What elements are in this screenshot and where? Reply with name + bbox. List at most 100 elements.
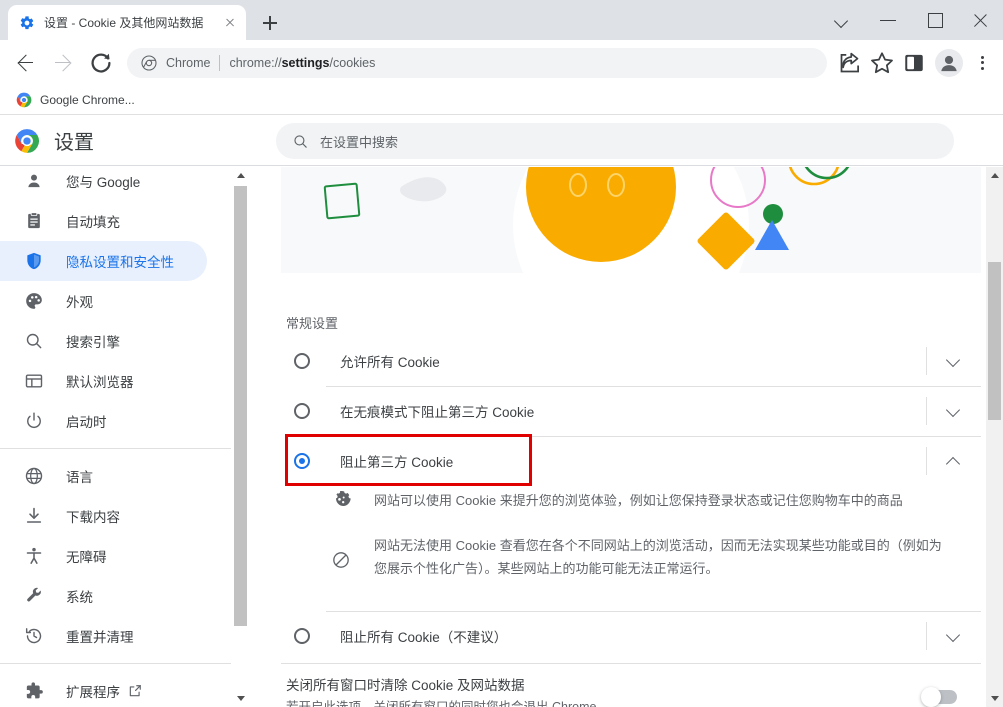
sidebar-item-you-and-google[interactable]: 您与 Google (0, 167, 207, 201)
sidebar-item-label: 启动时 (66, 415, 107, 430)
sidebar-item-downloads[interactable]: 下载内容 (0, 496, 207, 536)
chrome-logo-icon (141, 54, 157, 71)
section-divider (281, 663, 981, 664)
cookie-icon (331, 489, 351, 509)
omnibox-scheme-label: Chrome (166, 55, 211, 70)
search-icon (24, 331, 44, 351)
reload-button[interactable] (85, 47, 117, 79)
toggle-title: 关闭所有窗口时清除 Cookie 及网站数据 (286, 678, 525, 693)
back-button[interactable] (9, 47, 41, 79)
three-dot-menu-icon[interactable] (967, 48, 997, 78)
tab-strip: 设置 - Cookie 及其他网站数据 (0, 0, 1003, 40)
page-title: 设置 (54, 132, 94, 154)
clear-cookies-on-close-row[interactable]: 关闭所有窗口时清除 Cookie 及网站数据 若开启此选项，关闭所有窗口的同时您… (281, 676, 981, 707)
sidebar-scroll-up-arrow[interactable] (232, 167, 249, 184)
browser-window: 设置 - Cookie 及其他网站数据 Chrome chrome://sett… (0, 0, 1003, 707)
sidebar-item-default-browser[interactable]: 默认浏览器 (0, 361, 207, 401)
radio-allow-all[interactable] (294, 353, 310, 369)
browser-window-icon (24, 371, 44, 391)
main-scroll-up-arrow[interactable] (986, 167, 1003, 184)
sidebar-item-label: 下载内容 (66, 510, 120, 525)
close-icon[interactable] (222, 15, 238, 31)
cookie-detail-allow: 网站可以使用 Cookie 来提升您的浏览体验，例如让您保持登录状态或记住您购物… (281, 489, 981, 512)
sidebar-item-label: 外观 (66, 295, 93, 310)
settings-sidebar: 您与 Google 自动填充 隐私设置和安全性 外观 搜索引擎 默认浏览器 启动… (0, 167, 232, 707)
sidebar-item-languages[interactable]: 语言 (0, 456, 207, 496)
browser-toolbar: Chrome chrome://settings/cookies (0, 40, 1003, 85)
search-placeholder: 在设置中搜索 (320, 134, 399, 150)
cookie-option-block-third-party-incognito[interactable]: 在无痕模式下阻止第三方 Cookie (281, 386, 981, 436)
tab-search-chevron-down-icon[interactable] (819, 0, 865, 40)
sidebar-item-accessibility[interactable]: 无障碍 (0, 536, 207, 576)
chrome-logo-icon (14, 128, 40, 154)
chevron-up-icon[interactable] (927, 441, 981, 481)
palette-icon (24, 291, 44, 311)
option-label: 阻止第三方 Cookie (340, 455, 454, 470)
sidebar-scrollbar-thumb[interactable] (234, 186, 247, 626)
sidebar-item-search-engine[interactable]: 搜索引擎 (0, 321, 207, 361)
star-icon[interactable] (867, 48, 897, 78)
main-scroll-down-arrow[interactable] (986, 690, 1003, 707)
side-panel-icon[interactable] (899, 48, 929, 78)
sidebar-item-label: 隐私设置和安全性 (66, 255, 174, 270)
person-icon (24, 171, 44, 191)
sidebar-item-label: 自动填充 (66, 215, 120, 230)
radio-block-third-party-incognito[interactable] (294, 403, 310, 419)
sidebar-list: 您与 Google 自动填充 隐私设置和安全性 外观 搜索引擎 默认浏览器 启动… (0, 167, 231, 707)
sidebar-item-label: 重置并清理 (66, 630, 134, 645)
radio-block-third-party[interactable] (294, 453, 310, 469)
minimize-button[interactable] (865, 0, 911, 40)
clear-cookies-toggle[interactable] (921, 686, 957, 707)
cookie-option-block-third-party[interactable]: 阻止第三方 Cookie (281, 436, 981, 486)
sidebar-scroll-down-arrow[interactable] (232, 690, 249, 707)
cookie-option-block-all[interactable]: 阻止所有 Cookie（不建议） (281, 611, 981, 661)
close-window-button[interactable] (957, 0, 1003, 40)
settings-main-content: 常规设置 允许所有 Cookie 在无痕模式下阻止第三方 Cookie 阻止第三 (250, 167, 986, 707)
url-prefix: chrome:// (229, 55, 282, 70)
bookmarks-bar: Google Chrome... (0, 85, 1003, 115)
toggle-text-group: 关闭所有窗口时清除 Cookie 及网站数据 若开启此选项，关闭所有窗口的同时您… (286, 676, 923, 707)
chevron-down-icon[interactable] (927, 391, 981, 431)
cookie-detail-text: 网站无法使用 Cookie 查看您在各个不同网站上的浏览活动，因而无法实现某些功… (374, 538, 942, 576)
power-icon (24, 411, 44, 431)
bookmark-label: Google Chrome... (40, 92, 135, 107)
share-icon[interactable] (835, 48, 865, 78)
history-restore-icon (24, 626, 44, 646)
sidebar-item-label: 语言 (66, 470, 93, 485)
chevron-down-icon[interactable] (927, 616, 981, 656)
cookie-detail-block: 网站无法使用 Cookie 查看您在各个不同网站上的浏览活动，因而无法实现某些功… (281, 534, 981, 580)
sidebar-item-label: 无障碍 (66, 550, 107, 565)
sidebar-item-autofill[interactable]: 自动填充 (0, 201, 207, 241)
main-scrollbar-thumb[interactable] (988, 262, 1001, 420)
option-label: 阻止所有 Cookie（不建议） (340, 630, 508, 645)
sidebar-item-label: 扩展程序 (66, 685, 120, 700)
omnibox-url: chrome://settings/cookies (229, 56, 375, 70)
search-icon (292, 133, 309, 150)
wrench-icon (24, 586, 44, 606)
maximize-button[interactable] (911, 0, 957, 40)
forward-button[interactable] (47, 47, 79, 79)
main-scrollbar[interactable] (986, 167, 1003, 707)
profile-avatar-icon[interactable] (935, 48, 963, 77)
radio-block-all[interactable] (294, 628, 310, 644)
tab-title: 设置 - Cookie 及其他网站数据 (44, 15, 204, 30)
download-icon (24, 506, 44, 526)
sidebar-item-system[interactable]: 系统 (0, 576, 207, 616)
sidebar-scrollbar[interactable] (232, 167, 249, 707)
cookie-option-allow-all[interactable]: 允许所有 Cookie (281, 336, 981, 386)
search-input[interactable]: 在设置中搜索 (276, 123, 954, 159)
sidebar-item-extensions[interactable]: 扩展程序 (0, 671, 207, 707)
general-settings-card: 常规设置 允许所有 Cookie 在无痕模式下阻止第三方 Cookie 阻止第三 (281, 286, 981, 707)
sidebar-item-reset-and-cleanup[interactable]: 重置并清理 (0, 616, 207, 656)
browser-tab[interactable]: 设置 - Cookie 及其他网站数据 (8, 5, 246, 40)
bookmark-item[interactable]: Google Chrome... (10, 89, 141, 111)
address-bar[interactable]: Chrome chrome://settings/cookies (127, 47, 827, 78)
url-bold-segment: settings (281, 55, 330, 70)
settings-gear-icon (19, 15, 35, 31)
chevron-down-icon[interactable] (927, 341, 981, 381)
sidebar-item-privacy-and-security[interactable]: 隐私设置和安全性 (0, 241, 207, 281)
sidebar-item-appearance[interactable]: 外观 (0, 281, 207, 321)
sidebar-item-on-startup[interactable]: 启动时 (0, 401, 207, 441)
cookie-settings-illustration (281, 167, 981, 273)
new-tab-button[interactable] (256, 9, 284, 37)
